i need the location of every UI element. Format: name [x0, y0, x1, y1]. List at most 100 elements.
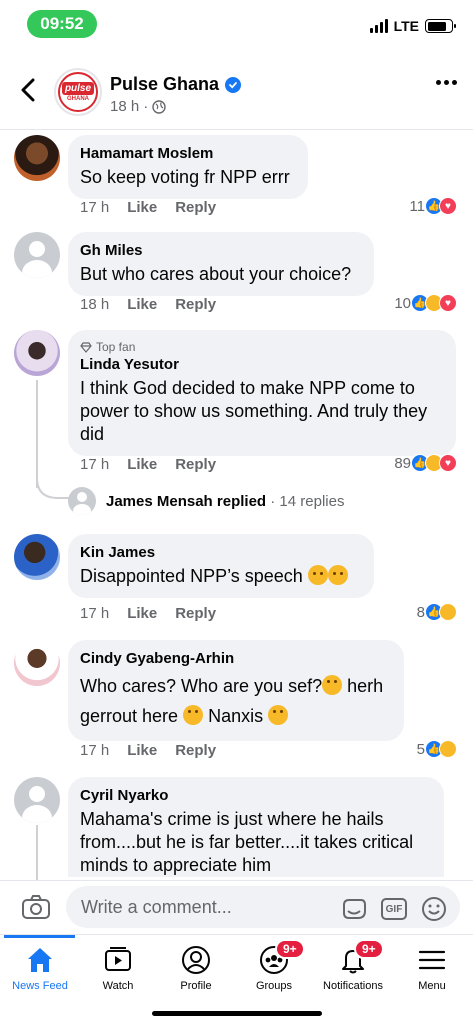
comment-time: 17 h: [80, 742, 110, 759]
avatar[interactable]: [14, 232, 60, 278]
reaction-summary[interactable]: 5 👍: [417, 740, 457, 758]
thread-connector: [36, 478, 70, 499]
verified-badge-icon: [225, 76, 242, 93]
avatar[interactable]: [14, 135, 60, 181]
avatar[interactable]: [14, 640, 60, 686]
globe-icon: [152, 99, 166, 114]
status-bar: 09:52 LTE: [0, 0, 473, 50]
commenter-name[interactable]: Cyril Nyarko: [80, 787, 432, 805]
network-label: LTE: [393, 18, 419, 34]
rofl-emoji-icon: [327, 565, 348, 585]
post-meta: 18 h ·: [110, 98, 166, 115]
eye-roll-emoji-icon: [322, 675, 343, 695]
emoji-icon[interactable]: [421, 896, 447, 922]
tab-news-feed[interactable]: News Feed: [1, 935, 79, 995]
love-reaction-icon: ♥: [439, 197, 457, 215]
tab-menu[interactable]: Menu: [393, 935, 471, 995]
gif-button[interactable]: GIF: [381, 898, 407, 920]
thread-line: [36, 825, 38, 880]
love-reaction-icon: ♥: [439, 294, 457, 312]
status-time: 09:52: [27, 10, 97, 38]
comment-bubble[interactable]: Cindy Gyabeng-Arhin Who cares? Who are y…: [68, 640, 404, 741]
commenter-name[interactable]: Hamamart Moslem: [80, 145, 296, 163]
comment-text: Who cares? Who are you sef? herh gerrout…: [80, 675, 384, 726]
avatar[interactable]: [14, 534, 60, 580]
avatar: [68, 487, 96, 515]
reply-button[interactable]: Reply: [175, 199, 216, 216]
reaction-summary[interactable]: 8 👍: [417, 603, 457, 621]
profile-icon: [181, 945, 211, 975]
comment-time: 18 h: [80, 296, 110, 313]
comment-bubble[interactable]: Gh Miles But who cares about your choice…: [68, 232, 374, 296]
comment-actions: 17 h Like Reply: [80, 456, 216, 473]
comment-bubble[interactable]: Cyril Nyarko Mahama's crime is just wher…: [68, 777, 444, 877]
comment-time: 17 h: [80, 199, 110, 216]
tab-notifications[interactable]: 9+ Notifications: [314, 935, 392, 995]
menu-icon: [417, 945, 447, 975]
top-fan-badge: Top fan: [80, 340, 444, 354]
commenter-name[interactable]: Gh Miles: [80, 242, 362, 260]
thread-line: [36, 380, 38, 488]
comment-text: But who cares about your choice?: [80, 264, 352, 284]
like-button[interactable]: Like: [127, 296, 157, 313]
bottom-tab-bar: News Feed Watch Profile 9+ Groups 9+ Not…: [0, 934, 473, 1024]
battery-icon: [425, 19, 456, 33]
page-avatar[interactable]: pulse GHANA: [54, 68, 102, 116]
more-options-button[interactable]: [436, 80, 457, 85]
reaction-summary[interactable]: 89 👍 ♥: [394, 454, 457, 472]
comment-actions: 17 h Like Reply: [80, 605, 216, 622]
reply-button[interactable]: Reply: [175, 296, 216, 313]
view-replies-link[interactable]: James Mensah replied · 14 replies: [68, 487, 344, 515]
chevron-left-icon: [21, 78, 35, 102]
comment-actions: 18 h Like Reply: [80, 296, 216, 313]
home-icon: [25, 945, 55, 975]
avatar[interactable]: [14, 777, 60, 823]
comment-text: So keep voting fr NPP errr: [80, 167, 290, 187]
reaction-summary[interactable]: 11 👍 ♥: [409, 197, 457, 215]
tab-watch[interactable]: Watch: [79, 935, 157, 995]
notifications-badge: 9+: [354, 939, 384, 959]
like-button[interactable]: Like: [127, 199, 157, 216]
eye-roll-emoji-icon: [268, 705, 289, 725]
reply-button[interactable]: Reply: [175, 605, 216, 622]
watch-icon: [103, 945, 133, 975]
comment-actions: 17 h Like Reply: [80, 199, 216, 216]
reply-button[interactable]: Reply: [175, 742, 216, 759]
reaction-summary[interactable]: 10 👍 ♥: [394, 294, 457, 312]
like-button[interactable]: Like: [127, 605, 157, 622]
comment-text: Mahama's crime is just where he hails fr…: [80, 809, 414, 875]
haha-reaction-icon: [439, 740, 457, 758]
status-indicators: LTE: [369, 18, 456, 34]
home-indicator[interactable]: [152, 1011, 322, 1016]
tab-groups[interactable]: 9+ Groups: [235, 935, 313, 995]
reply-button[interactable]: Reply: [175, 456, 216, 473]
like-button[interactable]: Like: [127, 456, 157, 473]
comment-bubble[interactable]: Hamamart Moslem So keep voting fr NPP er…: [68, 135, 308, 199]
camera-button[interactable]: [20, 891, 52, 923]
page-name[interactable]: Pulse Ghana: [110, 74, 242, 95]
composer-actions: GIF: [341, 896, 447, 922]
comment-text: I think God decided to make NPP come to …: [80, 378, 428, 444]
sad-reaction-icon: [439, 603, 457, 621]
groups-icon: 9+: [259, 939, 305, 975]
post-header: pulse GHANA Pulse Ghana 18 h ·: [0, 58, 473, 130]
back-button[interactable]: [14, 76, 42, 104]
laughing-emoji-icon: [307, 565, 328, 585]
commenter-name[interactable]: Cindy Gyabeng-Arhin: [80, 650, 392, 668]
comment-bubble[interactable]: Kin James Disappointed NPP’s speech: [68, 534, 374, 598]
comment-text: Disappointed NPP’s speech: [80, 565, 362, 588]
love-reaction-icon: ♥: [439, 454, 457, 472]
sticker-icon[interactable]: [341, 897, 367, 921]
comment-composer: GIF: [0, 880, 473, 934]
commenter-name[interactable]: Linda Yesutor: [80, 356, 444, 374]
groups-badge: 9+: [275, 939, 305, 959]
comment-actions: 17 h Like Reply: [80, 742, 216, 759]
diamond-icon: [80, 341, 92, 353]
commenter-name[interactable]: Kin James: [80, 544, 362, 562]
eye-roll-emoji-icon: [183, 705, 204, 725]
like-button[interactable]: Like: [127, 742, 157, 759]
comment-bubble[interactable]: Top fan Linda Yesutor I think God decide…: [68, 330, 456, 456]
comment-time: 17 h: [80, 456, 110, 473]
tab-profile[interactable]: Profile: [157, 935, 235, 995]
avatar[interactable]: [14, 330, 60, 376]
